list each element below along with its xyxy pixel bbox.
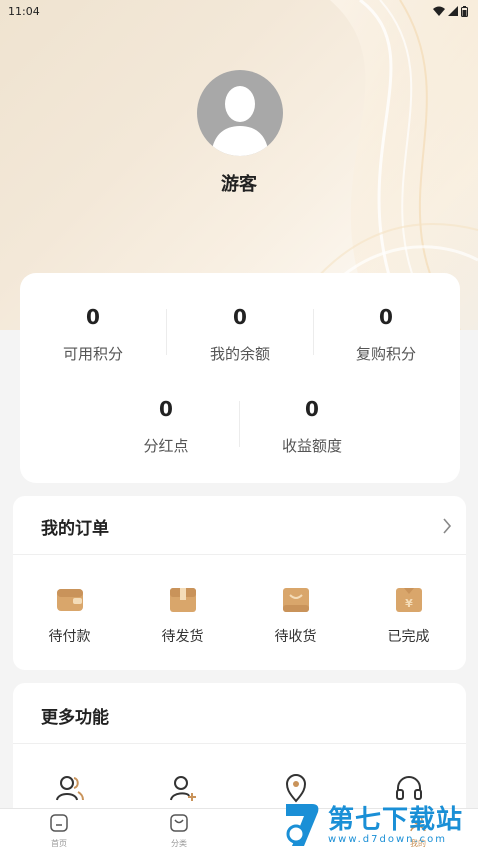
status-time: 11:04 bbox=[8, 4, 40, 18]
orders-card: 我的订单 待付款 待发货 待收货 ¥ 已完成 bbox=[13, 496, 466, 670]
category-icon bbox=[170, 814, 188, 832]
stat-available-points[interactable]: 0 可用积分 bbox=[20, 305, 166, 364]
stat-balance[interactable]: 0 我的余额 bbox=[167, 305, 313, 364]
divider bbox=[13, 743, 466, 744]
watermark: 第七下载站 www.d7down.com bbox=[282, 800, 478, 850]
stat-value: 0 bbox=[379, 305, 393, 329]
tab-category[interactable]: 分类 bbox=[149, 813, 209, 849]
orders-title: 我的订单 bbox=[41, 519, 109, 539]
function-add-user[interactable] bbox=[126, 773, 239, 807]
function-team[interactable] bbox=[13, 773, 126, 807]
order-pending-shipment[interactable]: 待发货 bbox=[126, 586, 239, 646]
location-icon bbox=[285, 774, 306, 803]
stats-card: 0 可用积分 0 我的余额 0 复购积分 0 分红点 0 收益额度 bbox=[20, 273, 460, 483]
avatar[interactable] bbox=[197, 70, 283, 156]
wifi-icon bbox=[433, 6, 445, 16]
divider bbox=[13, 554, 466, 555]
default-avatar-icon bbox=[211, 86, 269, 156]
order-pending-payment[interactable]: 待付款 bbox=[13, 586, 126, 646]
completed-bag-icon: ¥ bbox=[395, 588, 422, 612]
username[interactable]: 游客 bbox=[0, 170, 478, 196]
chevron-right-icon[interactable] bbox=[442, 518, 452, 534]
tab-label: 首页 bbox=[51, 839, 67, 848]
tab-label: 分类 bbox=[171, 839, 187, 848]
stat-value: 0 bbox=[159, 397, 173, 421]
order-label: 待发货 bbox=[161, 629, 204, 645]
watermark-url: www.d7down.com bbox=[328, 833, 448, 845]
order-label: 已完成 bbox=[387, 629, 430, 645]
tab-home[interactable]: 首页 bbox=[29, 813, 89, 849]
wallet-icon bbox=[56, 589, 83, 611]
stat-label: 我的余额 bbox=[209, 345, 270, 363]
stat-repurchase-points[interactable]: 0 复购积分 bbox=[313, 305, 459, 364]
receive-box-icon bbox=[282, 588, 309, 612]
stat-value: 0 bbox=[305, 397, 319, 421]
stat-label: 复购积分 bbox=[355, 345, 416, 363]
add-user-icon bbox=[169, 776, 196, 801]
more-functions-title: 更多功能 bbox=[41, 708, 109, 728]
watermark-logo-icon bbox=[286, 804, 319, 846]
headset-icon bbox=[395, 776, 422, 800]
battery-icon bbox=[461, 5, 468, 17]
stat-label: 分红点 bbox=[143, 437, 189, 455]
home-icon bbox=[50, 814, 68, 832]
team-icon bbox=[55, 776, 84, 801]
watermark-title: 第七下载站 bbox=[328, 804, 464, 835]
svg-text:¥: ¥ bbox=[405, 597, 413, 610]
stat-label: 可用积分 bbox=[62, 345, 123, 363]
status-bar: 11:04 bbox=[0, 0, 478, 22]
stat-value: 0 bbox=[86, 305, 100, 329]
stat-label: 收益额度 bbox=[281, 437, 342, 455]
stat-value: 0 bbox=[233, 305, 247, 329]
order-label: 待收货 bbox=[274, 629, 317, 645]
order-completed[interactable]: ¥ 已完成 bbox=[352, 586, 465, 646]
order-label: 待付款 bbox=[48, 629, 91, 645]
stat-dividend-points[interactable]: 0 分红点 bbox=[93, 397, 239, 456]
signal-icon bbox=[448, 6, 458, 16]
order-pending-receipt[interactable]: 待收货 bbox=[239, 586, 352, 646]
package-icon bbox=[169, 588, 196, 612]
stat-income-quota[interactable]: 0 收益额度 bbox=[239, 397, 385, 456]
